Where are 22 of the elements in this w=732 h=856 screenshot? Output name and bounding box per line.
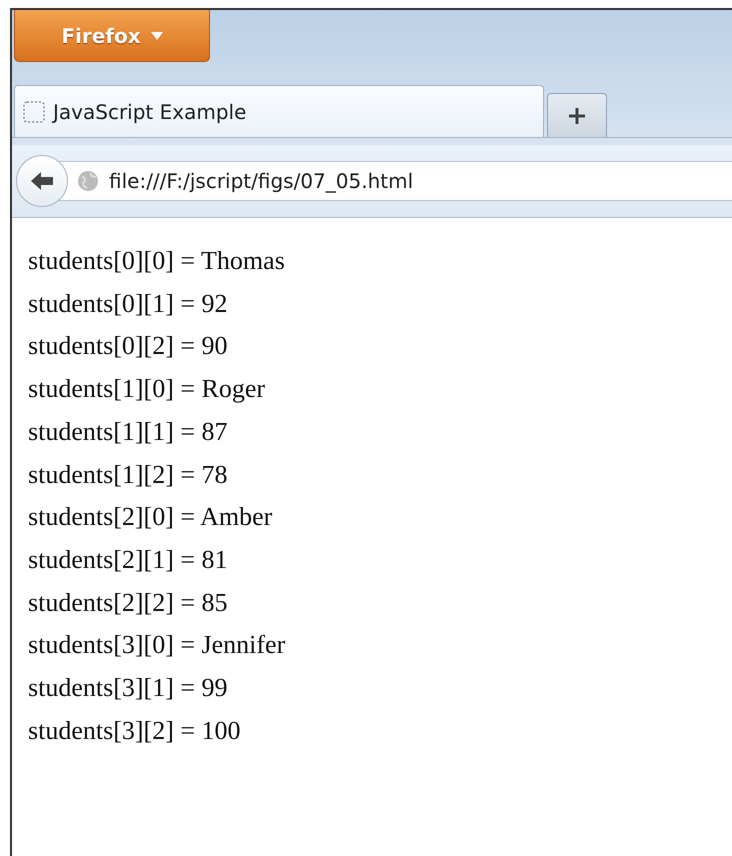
output-line: students[3][0] = Jennifer	[28, 629, 286, 662]
tab-title: JavaScript Example	[53, 100, 246, 124]
globe-icon	[77, 170, 99, 192]
output-line: students[2][0] = Amber	[28, 501, 274, 534]
output-line: students[2][2] = 85	[28, 586, 229, 619]
url-text: file:///F:/jscript/figs/07_05.html	[109, 169, 414, 193]
output-line: students[1][1] = 87	[28, 416, 229, 448]
output-line: students[2][1] = 81	[28, 544, 229, 576]
output-line: students[0][2] = 90	[28, 330, 229, 362]
new-tab-button[interactable]	[547, 93, 607, 137]
output-line: students[0][1] = 92	[28, 288, 229, 320]
output-line: students[0][0] = Thomas	[28, 245, 286, 277]
output-line: students[1][0] = Roger	[28, 373, 266, 406]
back-arrow-icon	[29, 170, 55, 192]
output-line: students[3][1] = 99	[28, 672, 229, 704]
caret-icon	[150, 32, 163, 40]
back-button[interactable]	[16, 155, 68, 207]
page-icon	[23, 100, 45, 122]
plus-icon	[567, 106, 587, 126]
output-line: students[1][2] = 78	[28, 458, 229, 491]
browser-tab[interactable]: JavaScript Example	[14, 85, 544, 137]
output-line: students[3][2] = 100	[28, 714, 242, 747]
